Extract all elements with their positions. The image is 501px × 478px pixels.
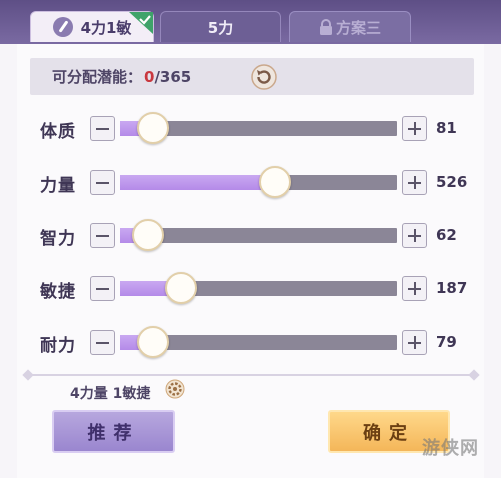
stat-slider-knob[interactable] bbox=[259, 166, 292, 198]
increase-button[interactable] bbox=[402, 276, 427, 301]
stat-slider-track[interactable] bbox=[120, 272, 397, 304]
stat-value: 79 bbox=[436, 333, 457, 351]
tab-plan-2-label: 5力 bbox=[207, 18, 234, 37]
stat-value: 81 bbox=[436, 119, 457, 137]
decrease-button[interactable] bbox=[90, 223, 115, 248]
recommend-button[interactable]: 推荐 bbox=[52, 410, 175, 453]
stat-slider-knob[interactable] bbox=[137, 326, 170, 358]
increase-button[interactable] bbox=[402, 170, 427, 195]
lock-icon bbox=[319, 19, 332, 35]
stat-slider-knob[interactable] bbox=[137, 112, 170, 144]
stat-row: 耐力 79 bbox=[0, 325, 501, 361]
stat-slider-fill bbox=[120, 175, 276, 190]
stat-row: 智力 62 bbox=[0, 218, 501, 254]
stat-label: 耐力 bbox=[40, 336, 76, 356]
tab-plan-2[interactable]: 5力 bbox=[160, 11, 281, 42]
reset-icon[interactable] bbox=[251, 64, 277, 90]
stat-row: 敏捷 187 bbox=[0, 271, 501, 307]
decrease-button[interactable] bbox=[90, 170, 115, 195]
stat-value: 62 bbox=[436, 226, 457, 244]
tab-plan-3-label: 方案三 bbox=[335, 18, 381, 37]
stat-slider-track[interactable] bbox=[120, 219, 397, 251]
increase-button[interactable] bbox=[402, 223, 427, 248]
decrease-button[interactable] bbox=[90, 116, 115, 141]
points-total: /365 bbox=[154, 67, 192, 86]
stat-label: 敏捷 bbox=[40, 282, 76, 302]
tab-plan-1-label: 4力1敏 bbox=[80, 18, 132, 37]
stat-row: 体质 81 bbox=[0, 111, 501, 147]
stat-slider-track[interactable] bbox=[120, 166, 397, 198]
available-points-bar: 可分配潜能： 0 /365 bbox=[30, 58, 474, 95]
stat-label: 体质 bbox=[40, 122, 76, 142]
decrease-button[interactable] bbox=[90, 330, 115, 355]
stat-value: 187 bbox=[436, 279, 468, 297]
stat-slider-track[interactable] bbox=[120, 326, 397, 358]
decrease-button[interactable] bbox=[90, 276, 115, 301]
plan-summary: 4力量 1敏捷 bbox=[70, 386, 151, 402]
increase-button[interactable] bbox=[402, 116, 427, 141]
stat-label: 智力 bbox=[40, 229, 76, 249]
stat-label: 力量 bbox=[40, 176, 76, 196]
tab-plan-1[interactable]: 4力1敏 bbox=[30, 11, 154, 42]
increase-button[interactable] bbox=[402, 330, 427, 355]
divider bbox=[30, 374, 476, 376]
stat-row: 力量 526 bbox=[0, 165, 501, 201]
stat-slider-knob[interactable] bbox=[164, 272, 197, 304]
tab-plan-3[interactable]: 方案三 bbox=[289, 11, 411, 42]
stat-slider-knob[interactable] bbox=[131, 219, 164, 251]
gear-icon[interactable] bbox=[165, 379, 185, 399]
stat-slider-track[interactable] bbox=[120, 112, 397, 144]
available-points-label: 可分配潜能： bbox=[52, 68, 143, 86]
stat-value: 526 bbox=[436, 173, 468, 191]
points-used: 0 bbox=[144, 67, 155, 86]
watermark: 游侠网 bbox=[422, 438, 479, 459]
check-icon bbox=[129, 12, 153, 34]
brush-icon bbox=[52, 17, 73, 37]
